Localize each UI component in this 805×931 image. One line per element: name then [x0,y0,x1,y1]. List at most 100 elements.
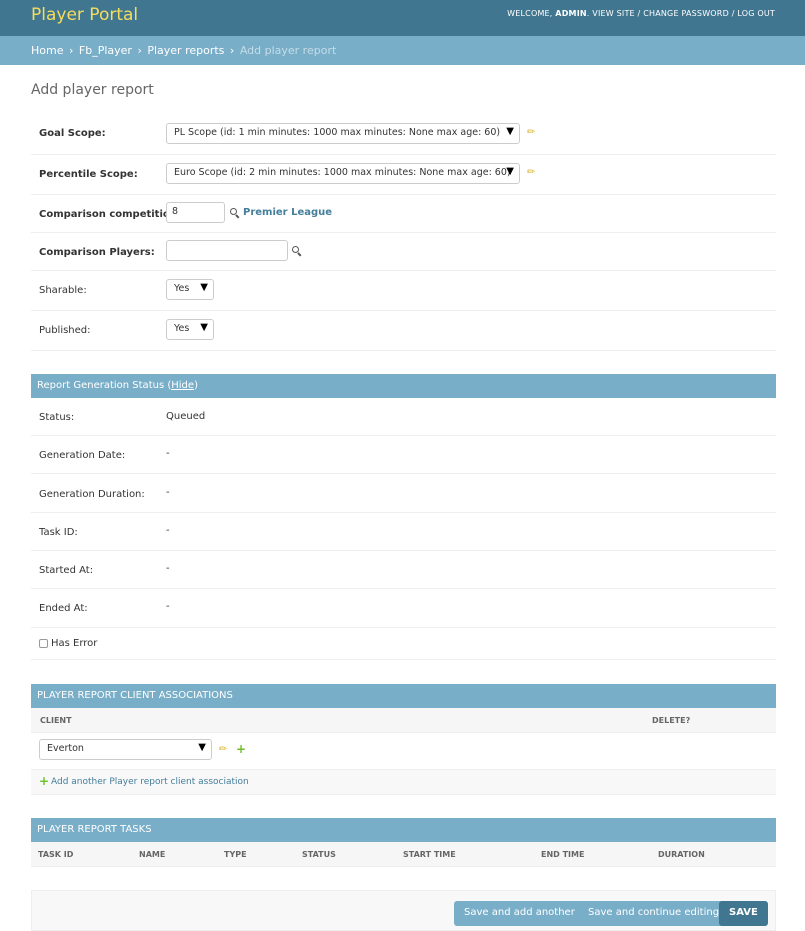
add-another-row: + Add another Player report client assoc… [31,770,776,795]
save-and-continue-button[interactable]: Save and continue editing [578,901,730,926]
percentile-scope-select[interactable]: Euro Scope (id: 2 min minutes: 1000 max … [166,163,520,184]
client-association-row: Everton ▼ ✏ + [31,733,776,770]
tasks-table-header: TASK ID NAME TYPE STATUS START TIME END … [31,842,776,867]
field-label: Task ID: [39,527,78,538]
field-label: Status: [39,412,75,423]
column-header-duration: DURATION [658,850,705,859]
save-button[interactable]: SAVE [719,901,768,926]
field-value: Queued [166,411,206,422]
edit-pencil-icon[interactable]: ✏ [219,744,227,755]
has-error-label: Has Error [51,638,98,649]
status-section-header: Report Generation Status (Hide) [31,374,776,398]
comparison-players-label: Comparison Players: [39,247,155,258]
username: ADMIN [555,9,587,18]
client-select[interactable]: Everton ▼ [39,739,212,760]
form-row-published: Published: Yes ▼ [31,311,776,351]
field-label: Started At: [39,565,94,576]
column-header-client: CLIENT [40,716,72,725]
column-header-task-id: TASK ID [38,850,74,859]
status-row: Status: Queued [31,398,776,436]
welcome-text: WELCOME, [507,9,553,18]
change-password-link[interactable]: CHANGE PASSWORD [643,9,729,18]
goal-scope-label: Goal Scope: [39,128,106,139]
field-value: - [166,448,170,459]
submit-row: Save and add another Save and continue e… [31,890,776,931]
form-row-goal-scope: Goal Scope: PL Scope (id: 1 min minutes:… [31,114,776,155]
form-row-percentile-scope: Percentile Scope: Euro Scope (id: 2 min … [31,155,776,195]
status-row: Generation Duration: - [31,474,776,513]
field-label: Generation Duration: [39,489,145,500]
breadcrumb-separator: › [68,44,74,57]
column-header-delete: DELETE? [652,716,691,725]
published-value: Yes [174,323,190,334]
status-section-title: Report Generation Status ( [37,380,172,391]
client-associations-header: PLAYER REPORT CLIENT ASSOCIATIONS [31,684,776,708]
log-out-link[interactable]: LOG OUT [737,9,775,18]
percentile-scope-value: Euro Scope (id: 2 min minutes: 1000 max … [174,167,511,178]
competition-name-link[interactable]: Premier League [243,207,332,218]
header: Player Portal WELCOME, ADMIN. VIEW SITE … [0,0,805,36]
site-brand[interactable]: Player Portal [31,5,138,25]
breadcrumb-model[interactable]: Player reports [147,44,224,57]
edit-pencil-icon[interactable]: ✏ [527,167,535,178]
column-header-start-time: START TIME [403,850,456,859]
goal-scope-value: PL Scope (id: 1 min minutes: 1000 max mi… [174,127,501,138]
hide-toggle-link[interactable]: Hide [171,380,194,391]
percentile-scope-label: Percentile Scope: [39,169,138,180]
form-row-sharable: Sharable: Yes ▼ [31,271,776,311]
status-row: Started At: - [31,551,776,589]
separator: / [731,9,735,18]
breadcrumb: Home › Fb_Player › Player reports › Add … [0,36,805,65]
comparison-players-input[interactable] [166,240,288,261]
published-label: Published: [39,325,91,336]
edit-pencil-icon[interactable]: ✏ [527,127,535,138]
has-error-row: Has Error [31,628,776,660]
client-value: Everton [47,743,84,754]
separator: / [637,9,641,18]
has-error-checkbox[interactable] [39,639,48,648]
dropdown-arrow-icon: ▼ [506,126,514,137]
column-header-type: TYPE [224,850,247,859]
goal-scope-select[interactable]: PL Scope (id: 1 min minutes: 1000 max mi… [166,123,520,144]
field-label: Generation Date: [39,450,126,461]
breadcrumb-separator: › [137,44,142,57]
field-value: - [166,487,170,498]
dropdown-arrow-icon: ▼ [200,282,208,293]
save-and-add-another-button[interactable]: Save and add another [454,901,585,926]
search-icon[interactable] [230,208,240,219]
comparison-competition-label: Comparison competition: [39,209,181,220]
comparison-competition-input[interactable]: 8 [166,202,225,223]
field-label: Ended At: [39,603,88,614]
dropdown-arrow-icon: ▼ [506,166,514,177]
breadcrumb-current: Add player report [239,44,337,57]
column-header-name: NAME [139,850,166,859]
field-value: - [166,563,170,574]
add-another-association-link[interactable]: Add another Player report client associa… [51,777,249,787]
field-value: - [166,525,170,536]
sharable-select[interactable]: Yes ▼ [166,279,214,300]
status-row: Generation Date: - [31,436,776,474]
page-title: Add player report [31,82,154,98]
search-icon[interactable] [292,246,302,257]
field-value: - [166,601,170,612]
status-section-title-close: ) [194,380,198,391]
breadcrumb-app[interactable]: Fb_Player [79,44,132,57]
dropdown-arrow-icon: ▼ [198,742,206,753]
tasks-header: PLAYER REPORT TASKS [31,818,776,842]
status-row: Task ID: - [31,513,776,551]
column-header-status: STATUS [302,850,336,859]
form-row-comparison-competition: Comparison competition: 8 Premier League [31,195,776,233]
breadcrumb-separator: › [229,44,235,57]
sharable-value: Yes [174,283,190,294]
status-row: Ended At: - [31,589,776,628]
user-tools: WELCOME, ADMIN. VIEW SITE / CHANGE PASSW… [507,9,775,18]
breadcrumb-home[interactable]: Home [31,44,63,57]
sharable-label: Sharable: [39,285,87,296]
add-icon[interactable]: + [236,742,246,756]
dropdown-arrow-icon: ▼ [200,322,208,333]
form-row-comparison-players: Comparison Players: [31,233,776,271]
column-header-end-time: END TIME [541,850,585,859]
view-site-link[interactable]: VIEW SITE [592,9,635,18]
published-select[interactable]: Yes ▼ [166,319,214,340]
add-icon[interactable]: + [39,774,49,788]
